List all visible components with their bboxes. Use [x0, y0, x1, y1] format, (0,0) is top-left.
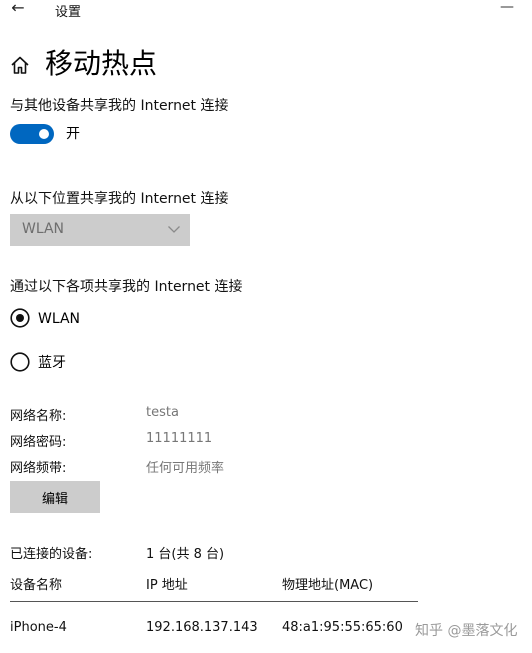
watermark: 知乎 @墨落文化: [415, 623, 518, 639]
minimize-button[interactable]: —: [497, 0, 517, 15]
network-name-value: testa: [146, 405, 179, 420]
hotspot-toggle[interactable]: [10, 124, 54, 144]
column-mac-address: 物理地址(MAC): [282, 578, 374, 593]
column-device-name: 设备名称: [10, 578, 63, 593]
radio-wlan-label: WLAN: [38, 311, 81, 327]
network-name-key: 网络名称:: [10, 409, 67, 424]
column-ip-address: IP 地址: [146, 578, 188, 593]
network-password-value: 11111111: [146, 431, 213, 446]
app-title: 设置: [55, 5, 82, 20]
chevron-down-icon: [168, 226, 180, 233]
table-divider: [10, 601, 418, 602]
network-band-key: 网络频带:: [10, 461, 67, 476]
radio-wlan[interactable]: [10, 308, 30, 328]
page-title: 移动热点: [45, 47, 158, 80]
share-from-label: 从以下位置共享我的 Internet 连接: [10, 191, 229, 207]
radio-bluetooth[interactable]: [10, 352, 30, 372]
share-over-label: 通过以下各项共享我的 Internet 连接: [10, 279, 243, 295]
share-from-dropdown[interactable]: WLAN: [10, 214, 190, 246]
device-row-ip: 192.168.137.143: [146, 620, 258, 635]
network-password-key: 网络密码:: [10, 435, 67, 450]
connected-devices-key: 已连接的设备:: [10, 547, 93, 562]
device-row-name: iPhone-4: [10, 620, 67, 635]
share-from-selected: WLAN: [22, 221, 65, 237]
network-band-value: 任何可用频率: [146, 461, 225, 476]
device-row-mac: 48:a1:95:55:65:60: [282, 620, 403, 635]
toggle-knob: [39, 129, 49, 139]
connected-devices-value: 1 台(共 8 台): [146, 547, 225, 562]
back-arrow-icon: ←: [11, 0, 25, 17]
share-connection-label: 与其他设备共享我的 Internet 连接: [10, 98, 229, 114]
toggle-state-label: 开: [66, 126, 80, 142]
edit-button[interactable]: 编辑: [10, 481, 100, 513]
home-icon[interactable]: [9, 54, 31, 76]
back-button[interactable]: ←: [8, 0, 28, 18]
radio-bluetooth-label: 蓝牙: [38, 355, 66, 371]
